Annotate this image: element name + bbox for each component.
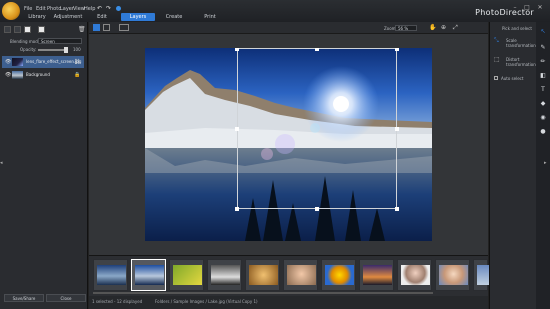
tab-library[interactable]: Library	[22, 13, 52, 21]
filmstrip-thumb[interactable]	[435, 259, 470, 291]
grid-view-icon[interactable]	[119, 24, 129, 31]
menu-edit[interactable]: Edit	[36, 6, 46, 12]
auto-select-label: Auto select	[501, 76, 524, 81]
transform-bounding-box[interactable]	[237, 48, 397, 209]
transform-handle[interactable]	[235, 127, 239, 131]
transform-handle[interactable]	[235, 207, 239, 211]
selection-brush-icon[interactable]: ✎	[539, 44, 547, 52]
zoom-in-icon[interactable]: ⊕	[441, 24, 446, 31]
opacity-slider-handle[interactable]	[64, 47, 68, 53]
view-toolbar: Zoom: 56 % ✋ ⊕ ⤢	[89, 22, 488, 34]
visibility-eye-icon[interactable]: 👁	[5, 72, 11, 78]
menu-file[interactable]: File	[24, 6, 32, 12]
opacity-slider[interactable]	[38, 49, 66, 51]
transform-handle[interactable]	[235, 48, 239, 51]
tab-layers[interactable]: Layers	[121, 13, 155, 21]
tool-options-panel: Pick and select ⤡ Scale transformation ⬚…	[489, 22, 536, 309]
title-bar: File Edit Photo Layer View Help ↶ ↷ Phot…	[0, 0, 550, 22]
filmstrip-thumb[interactable]	[207, 259, 242, 291]
filmstrip-thumb[interactable]	[321, 259, 356, 291]
hand-icon[interactable]: ✋	[429, 24, 436, 31]
eraser-tool-icon[interactable]: ◧	[539, 72, 547, 80]
distort-transformation-option[interactable]: Distort transformation	[506, 57, 536, 67]
link-icon[interactable]: ⛓	[74, 59, 80, 65]
scale-transformation-option[interactable]: Scale transformation	[506, 38, 536, 48]
filmstrip-thumb[interactable]	[397, 259, 432, 291]
tab-create[interactable]: Create	[160, 13, 188, 21]
transform-handle[interactable]	[395, 207, 399, 211]
transform-handle[interactable]	[395, 48, 399, 51]
shape-tool-icon[interactable]: ◆	[539, 100, 547, 108]
collapse-left-icon[interactable]: ◂	[0, 160, 3, 166]
tab-adjustment[interactable]: Adjustment	[52, 13, 84, 21]
layer-row-background[interactable]: 👁 Background 🔒	[2, 69, 84, 81]
notification-icon[interactable]	[116, 6, 121, 11]
delete-layer-icon[interactable]: 🗑	[78, 26, 86, 33]
distort-transform-icon[interactable]: ⬚	[494, 56, 500, 63]
undo-icon[interactable]: ↶	[97, 5, 102, 12]
smudge-tool-icon[interactable]: ●	[539, 128, 547, 136]
close-button[interactable]: Close	[46, 294, 86, 302]
app-logo	[2, 2, 20, 20]
filmstrip-thumb[interactable]	[93, 259, 128, 291]
layer-thumbnail	[12, 71, 23, 79]
add-text-layer-icon[interactable]	[24, 26, 31, 33]
filmstrip-thumb[interactable]	[245, 259, 280, 291]
blending-mode-label: Blending mode:	[10, 39, 42, 44]
layer-name: Background	[26, 72, 50, 77]
maximize-icon[interactable]: □	[522, 4, 532, 12]
tab-edit[interactable]: Edit	[88, 13, 116, 21]
opacity-value[interactable]: 100	[73, 47, 81, 52]
close-icon[interactable]: ✕	[535, 4, 545, 12]
text-tool-icon[interactable]: T	[539, 86, 547, 94]
pick-select-tool-icon[interactable]: ↖	[539, 28, 547, 36]
transform-handle[interactable]	[395, 127, 399, 131]
transform-handle[interactable]	[315, 207, 319, 211]
opacity-label: Opacity:	[20, 47, 37, 52]
filmstrip-scrollbar[interactable]	[93, 292, 433, 294]
brush-tool-icon[interactable]: ✏	[539, 58, 547, 66]
filmstrip-thumb[interactable]	[169, 259, 204, 291]
blending-mode-select[interactable]: Screen	[38, 38, 82, 44]
layer-thumbnail	[12, 58, 23, 66]
single-view-icon[interactable]	[93, 24, 100, 31]
zoom-select[interactable]: 56 %	[395, 25, 417, 31]
fullscreen-icon[interactable]: ⤢	[453, 24, 458, 32]
compare-view-icon[interactable]	[103, 24, 110, 31]
visibility-eye-icon[interactable]: 👁	[5, 59, 11, 65]
tab-print[interactable]: Print	[196, 13, 224, 21]
layer-mask-icon[interactable]	[38, 26, 45, 33]
layer-row-lens-flare[interactable]: 👁 lens_flare_effect_screen.jpg ⛓	[2, 56, 84, 68]
status-bar: 1 selected - 12 displayed Folders / Samp…	[89, 296, 488, 309]
fill-tool-icon[interactable]: ◉	[539, 114, 547, 122]
file-path: Folders / Sample Images / Lake.jpg (Virt…	[155, 299, 258, 304]
filmstrip-thumb-selected[interactable]	[131, 259, 166, 291]
add-layer-icon[interactable]	[4, 26, 11, 33]
redo-icon[interactable]: ↷	[106, 5, 111, 12]
scale-transform-icon[interactable]: ⤡	[494, 37, 499, 45]
lock-icon[interactable]: 🔒	[74, 72, 80, 78]
selection-count: 1 selected - 12 displayed	[92, 299, 143, 304]
filmstrip-thumb[interactable]	[283, 259, 318, 291]
menu-help[interactable]: Help	[84, 6, 95, 12]
filmstrip-thumb[interactable]	[359, 259, 394, 291]
minimize-icon[interactable]: –	[510, 4, 520, 12]
filmstrip-thumb[interactable]	[473, 259, 489, 291]
auto-select-checkbox[interactable]	[494, 76, 498, 80]
photo-canvas[interactable]	[145, 48, 432, 241]
collapse-right-icon[interactable]: ▸	[544, 160, 547, 166]
save-share-button[interactable]: Save/Share	[4, 294, 44, 302]
add-image-layer-icon[interactable]	[14, 26, 21, 33]
menu-layer[interactable]: Layer	[60, 6, 74, 12]
transform-handle[interactable]	[315, 48, 319, 51]
tool-header: Pick and select	[502, 26, 532, 31]
